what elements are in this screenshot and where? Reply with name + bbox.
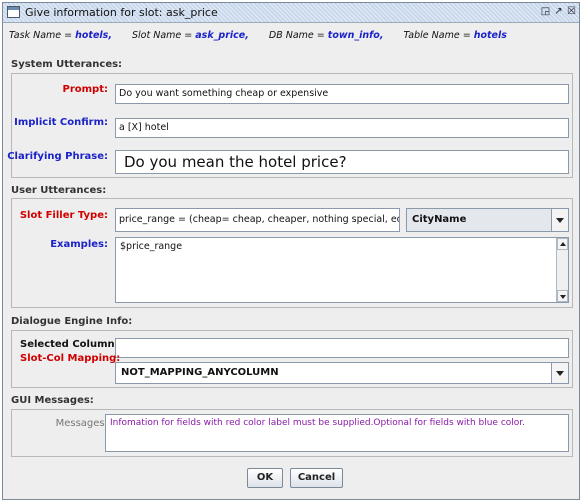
slot-name-key: Slot Name = — [132, 30, 193, 41]
user-utterances-panel: Slot Filler Type: price_range = (cheap= … — [11, 198, 573, 308]
dialogue-engine-info-label: Dialogue Engine Info: — [11, 316, 133, 327]
system-utterances-label: System Utterances: — [11, 59, 123, 70]
slot-filler-type-selected: CityName — [412, 214, 467, 225]
table-name-key: Table Name = — [403, 30, 471, 41]
selected-columns-field[interactable] — [115, 338, 569, 358]
scroll-down-icon[interactable] — [557, 290, 568, 302]
chevron-down-icon[interactable] — [551, 363, 568, 383]
slot-filler-type-label: Slot Filler Type: — [19, 210, 108, 221]
examples-scrollbar[interactable] — [556, 238, 568, 302]
db-name-key: DB Name = — [268, 30, 325, 41]
examples-textarea[interactable]: $price_range — [115, 237, 569, 303]
gui-messages-label: GUI Messages: — [11, 395, 94, 406]
close-icon[interactable]: ☒ — [565, 6, 578, 18]
slot-filler-type-field[interactable]: price_range = (cheap= cheap, cheaper, no… — [115, 208, 400, 232]
dialog-window: Give information for slot: ask_price ◲ ↗… — [2, 2, 580, 500]
clarifying-phrase-field[interactable]: Do you mean the hotel price? — [115, 150, 569, 174]
window-title: Give information for slot: ask_price — [25, 6, 218, 19]
slot-col-mapping-selected: NOT_MAPPING_ANYCOLUMN — [121, 367, 279, 378]
slot-col-mapping-label: Slot-Col Mapping: — [20, 353, 121, 364]
task-name-key: Task Name = — [9, 30, 73, 41]
prompt-field[interactable]: Do you want something cheap or expensive — [115, 84, 569, 104]
user-utterances-label: User Utterances: — [11, 185, 107, 196]
examples-label: Examples: — [50, 239, 108, 250]
cancel-button[interactable]: Cancel — [290, 468, 343, 488]
table-name-value: hotels — [473, 30, 507, 41]
prompt-label: Prompt: — [62, 84, 109, 95]
implicit-confirm-field[interactable]: a [X] hotel — [115, 118, 569, 138]
task-name-value: hotels, — [75, 30, 112, 41]
system-utterances-panel: Prompt: Do you want something cheap or e… — [7, 73, 573, 178]
title-bar[interactable]: Give information for slot: ask_price ◲ ↗… — [3, 3, 579, 23]
ok-button[interactable]: OK — [247, 468, 283, 488]
chevron-down-icon[interactable] — [551, 209, 568, 231]
gui-messages-panel: Messages: Infomation for fields with red… — [11, 409, 573, 457]
selected-columns-label: Selected Columns: — [20, 339, 125, 350]
slot-filler-type-select[interactable]: CityName — [406, 208, 569, 232]
messages-label: Messages: — [55, 418, 108, 429]
messages-area: Infomation for fields with red color lab… — [105, 414, 569, 452]
db-name-value: town_info, — [327, 30, 384, 41]
scroll-up-icon[interactable] — [557, 238, 568, 250]
slot-name-value: ask_price, — [195, 30, 249, 41]
slot-info-line: Task Name = hotels, Slot Name = ask_pric… — [9, 30, 507, 41]
slot-col-mapping-select[interactable]: NOT_MAPPING_ANYCOLUMN — [115, 362, 569, 384]
window-icon — [7, 6, 20, 18]
implicit-confirm-label: Implicit Confirm: — [14, 117, 108, 128]
clarifying-phrase-label: Clarifying Phrase: — [7, 151, 108, 162]
maximize-icon[interactable]: ↗ — [552, 6, 565, 18]
dialogue-engine-panel: Selected Columns: Slot-Col Mapping: NOT_… — [11, 330, 573, 388]
restore-icon[interactable]: ◲ — [539, 6, 552, 18]
examples-text: $price_range — [120, 241, 183, 252]
